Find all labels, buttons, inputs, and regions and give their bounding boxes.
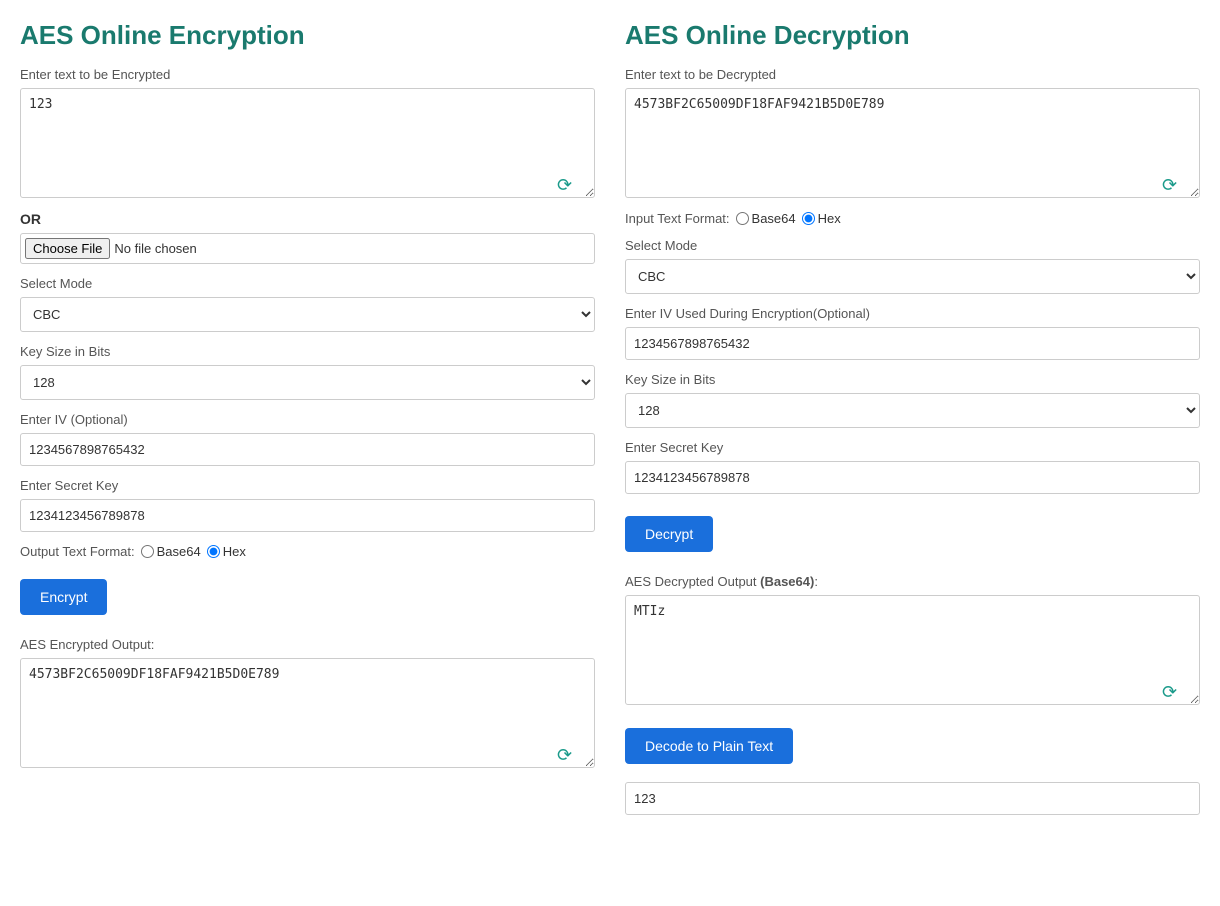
- decrypt-secretkey-group: Enter Secret Key: [625, 440, 1200, 494]
- decrypt-iv-label: Enter IV Used During Encryption(Optional…: [625, 306, 1200, 321]
- decrypt-iv-group: Enter IV Used During Encryption(Optional…: [625, 306, 1200, 360]
- decrypt-base64-label[interactable]: Base64: [736, 211, 796, 226]
- decoded-output-group: [625, 774, 1200, 815]
- decrypt-base64-radio[interactable]: [736, 212, 749, 225]
- encrypt-iv-input[interactable]: [20, 433, 595, 466]
- encrypt-button[interactable]: Encrypt: [20, 579, 107, 615]
- decrypt-hex-text: Hex: [818, 211, 841, 226]
- encrypt-output-format-group: Output Text Format: Base64 Hex: [20, 544, 595, 559]
- decrypt-input[interactable]: 4573BF2C65009DF18FAF9421B5D0E789: [625, 88, 1200, 198]
- file-input-group: [20, 233, 595, 264]
- encrypt-keysize-label: Key Size in Bits: [20, 344, 595, 359]
- encrypt-base64-text: Base64: [157, 544, 201, 559]
- encrypt-hex-radio[interactable]: [207, 545, 220, 558]
- decrypt-iv-input[interactable]: [625, 327, 1200, 360]
- encrypt-mode-label: Select Mode: [20, 276, 595, 291]
- encrypt-mode-select[interactable]: CBC ECB CFB OFB CTR: [20, 297, 595, 332]
- decrypt-output-label-prefix: AES Decrypted Output: [625, 574, 760, 589]
- encrypt-output-format-label: Output Text Format:: [20, 544, 135, 559]
- encrypt-hex-text: Hex: [223, 544, 246, 559]
- decrypt-mode-group: Select Mode CBC ECB CFB OFB CTR: [625, 238, 1200, 294]
- decrypt-base64-text: Base64: [752, 211, 796, 226]
- encrypt-secretkey-label: Enter Secret Key: [20, 478, 595, 493]
- decoded-output-input[interactable]: [625, 782, 1200, 815]
- decode-button[interactable]: Decode to Plain Text: [625, 728, 793, 764]
- decrypt-mode-label: Select Mode: [625, 238, 1200, 253]
- decrypt-secretkey-input[interactable]: [625, 461, 1200, 494]
- decrypt-input-wrapper: 4573BF2C65009DF18FAF9421B5D0E789 ⟳: [625, 88, 1200, 201]
- decryption-panel: AES Online Decryption Enter text to be D…: [625, 20, 1200, 827]
- decrypt-output-label-suffix: :: [814, 574, 818, 589]
- decrypt-keysize-select[interactable]: 128 192 256: [625, 393, 1200, 428]
- encrypt-base64-radio[interactable]: [141, 545, 154, 558]
- decrypt-keysize-label: Key Size in Bits: [625, 372, 1200, 387]
- decrypt-input-format-label: Input Text Format:: [625, 211, 730, 226]
- or-label: OR: [20, 211, 595, 227]
- encrypt-input-label: Enter text to be Encrypted: [20, 67, 595, 82]
- decrypt-mode-select[interactable]: CBC ECB CFB OFB CTR: [625, 259, 1200, 294]
- file-input[interactable]: [20, 233, 595, 264]
- encrypt-refresh-icon[interactable]: ⟳: [557, 175, 577, 195]
- decrypt-output-label: AES Decrypted Output (Base64):: [625, 574, 1200, 589]
- encrypt-output[interactable]: 4573BF2C65009DF18FAF9421B5D0E789: [20, 658, 595, 768]
- decrypt-input-label: Enter text to be Decrypted: [625, 67, 1200, 82]
- encryption-panel: AES Online Encryption Enter text to be E…: [20, 20, 595, 827]
- encrypt-output-refresh-icon[interactable]: ⟳: [557, 745, 577, 765]
- encrypt-base64-label[interactable]: Base64: [141, 544, 201, 559]
- encryption-title: AES Online Encryption: [20, 20, 595, 51]
- decrypt-output-wrapper: MTIz ⟳: [625, 595, 1200, 708]
- decrypt-output[interactable]: MTIz: [625, 595, 1200, 705]
- encrypt-keysize-select[interactable]: 128 192 256: [20, 365, 595, 400]
- decrypt-hex-label[interactable]: Hex: [802, 211, 841, 226]
- decryption-title: AES Online Decryption: [625, 20, 1200, 51]
- encrypt-input-wrapper: 123 ⟳: [20, 88, 595, 201]
- decrypt-button[interactable]: Decrypt: [625, 516, 713, 552]
- decrypt-hex-radio[interactable]: [802, 212, 815, 225]
- decrypt-input-format-group: Input Text Format: Base64 Hex: [625, 211, 1200, 226]
- decrypt-secretkey-label: Enter Secret Key: [625, 440, 1200, 455]
- encrypt-secretkey-input[interactable]: [20, 499, 595, 532]
- encrypt-output-wrapper: 4573BF2C65009DF18FAF9421B5D0E789 ⟳: [20, 658, 595, 771]
- encrypt-hex-label[interactable]: Hex: [207, 544, 246, 559]
- encrypt-output-label: AES Encrypted Output:: [20, 637, 595, 652]
- encrypt-mode-group: Select Mode CBC ECB CFB OFB CTR: [20, 276, 595, 332]
- encrypt-keysize-group: Key Size in Bits 128 192 256: [20, 344, 595, 400]
- encrypt-input[interactable]: 123: [20, 88, 595, 198]
- encrypt-iv-label: Enter IV (Optional): [20, 412, 595, 427]
- decrypt-keysize-group: Key Size in Bits 128 192 256: [625, 372, 1200, 428]
- decrypt-output-refresh-icon[interactable]: ⟳: [1162, 682, 1182, 702]
- encrypt-iv-group: Enter IV (Optional): [20, 412, 595, 466]
- decrypt-refresh-icon[interactable]: ⟳: [1162, 175, 1182, 195]
- encrypt-secretkey-group: Enter Secret Key: [20, 478, 595, 532]
- decrypt-output-label-bold: (Base64): [760, 574, 814, 589]
